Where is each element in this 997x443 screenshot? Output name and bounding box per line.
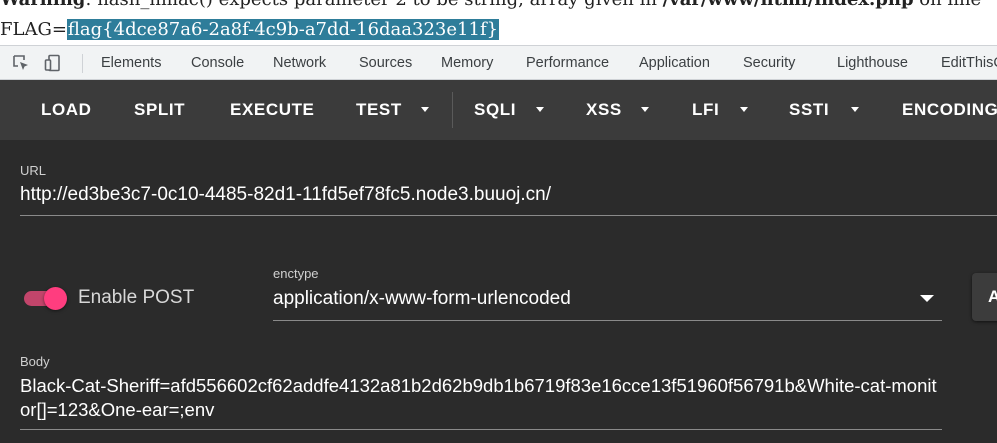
enctype-label: enctype: [273, 266, 319, 281]
sqli-menu-button[interactable]: SQLI: [474, 80, 516, 140]
flag-prefix: FLAG=: [0, 19, 67, 40]
tab-elements[interactable]: Elements: [101, 46, 161, 80]
tab-editthiscookie[interactable]: EditThisC: [941, 46, 997, 80]
url-label: URL: [20, 163, 47, 178]
enctype-select[interactable]: application/x-www-form-urlencoded: [273, 288, 571, 310]
flag-value-selected[interactable]: flag{4dce87a6-2a8f-4c9b-a7dd-16daa323e11…: [66, 19, 500, 40]
xss-menu-button[interactable]: XSS: [586, 80, 622, 140]
enctype-chevron-down-icon[interactable]: [920, 295, 934, 302]
warning-label: Warning: [0, 0, 85, 10]
encoding-menu-button[interactable]: ENCODING: [902, 80, 997, 140]
url-underline: [20, 215, 997, 216]
execute-button[interactable]: EXECUTE: [230, 80, 315, 140]
tab-network[interactable]: Network: [273, 46, 326, 80]
toggle-knob: [44, 287, 67, 310]
flag-line: FLAG=flag{4dce87a6-2a8f-4c9b-a7dd-16daa3…: [0, 17, 500, 43]
side-action-button[interactable]: A: [972, 273, 997, 321]
devtools-separator: [82, 54, 83, 73]
hackbar-toolbar: LOAD SPLIT EXECUTE TEST SQLI XSS LFI SST…: [0, 80, 997, 140]
enable-post-toggle[interactable]: [22, 287, 68, 310]
ssti-menu-button[interactable]: SSTI: [789, 80, 829, 140]
xss-chevron-down-icon: [641, 107, 649, 112]
enctype-underline: [273, 320, 942, 321]
tab-performance[interactable]: Performance: [526, 46, 609, 80]
tab-sources[interactable]: Sources: [359, 46, 412, 80]
toolbar-divider: [452, 92, 453, 128]
warning-message: : hash_hmac() expects parameter 2 to be …: [85, 0, 662, 10]
sqli-chevron-down-icon: [536, 107, 544, 112]
tab-memory[interactable]: Memory: [441, 46, 493, 80]
split-button[interactable]: SPLIT: [134, 80, 185, 140]
php-warning-line: Warning: hash_hmac() expects parameter 2…: [0, 0, 981, 12]
load-button[interactable]: LOAD: [41, 80, 92, 140]
lfi-menu-button[interactable]: LFI: [692, 80, 719, 140]
ssti-chevron-down-icon: [851, 107, 859, 112]
warning-path: /var/www/html/index.php: [663, 0, 914, 10]
test-chevron-down-icon: [421, 107, 429, 112]
tab-console[interactable]: Console: [191, 46, 244, 80]
body-label: Body: [20, 354, 50, 369]
lfi-chevron-down-icon: [740, 107, 748, 112]
body-underline: [20, 429, 942, 430]
devtools-tab-bar: Elements Console Network Sources Memory …: [0, 45, 997, 80]
tab-security[interactable]: Security: [743, 46, 795, 80]
inspect-element-icon[interactable]: [12, 54, 30, 72]
body-textarea[interactable]: Black-Cat-Sheriff=afd556602cf62addfe4132…: [20, 374, 945, 422]
device-toolbar-icon[interactable]: [44, 54, 62, 72]
test-menu-button[interactable]: TEST: [356, 80, 402, 140]
url-input[interactable]: http://ed3be3c7-0c10-4485-82d1-11fd5ef78…: [20, 184, 551, 206]
tab-lighthouse[interactable]: Lighthouse: [837, 46, 908, 80]
enable-post-label: Enable POST: [78, 287, 195, 308]
tab-application[interactable]: Application: [639, 46, 710, 80]
warning-suffix: on line: [914, 0, 981, 10]
page-output: Warning: hash_hmac() expects parameter 2…: [0, 0, 997, 45]
